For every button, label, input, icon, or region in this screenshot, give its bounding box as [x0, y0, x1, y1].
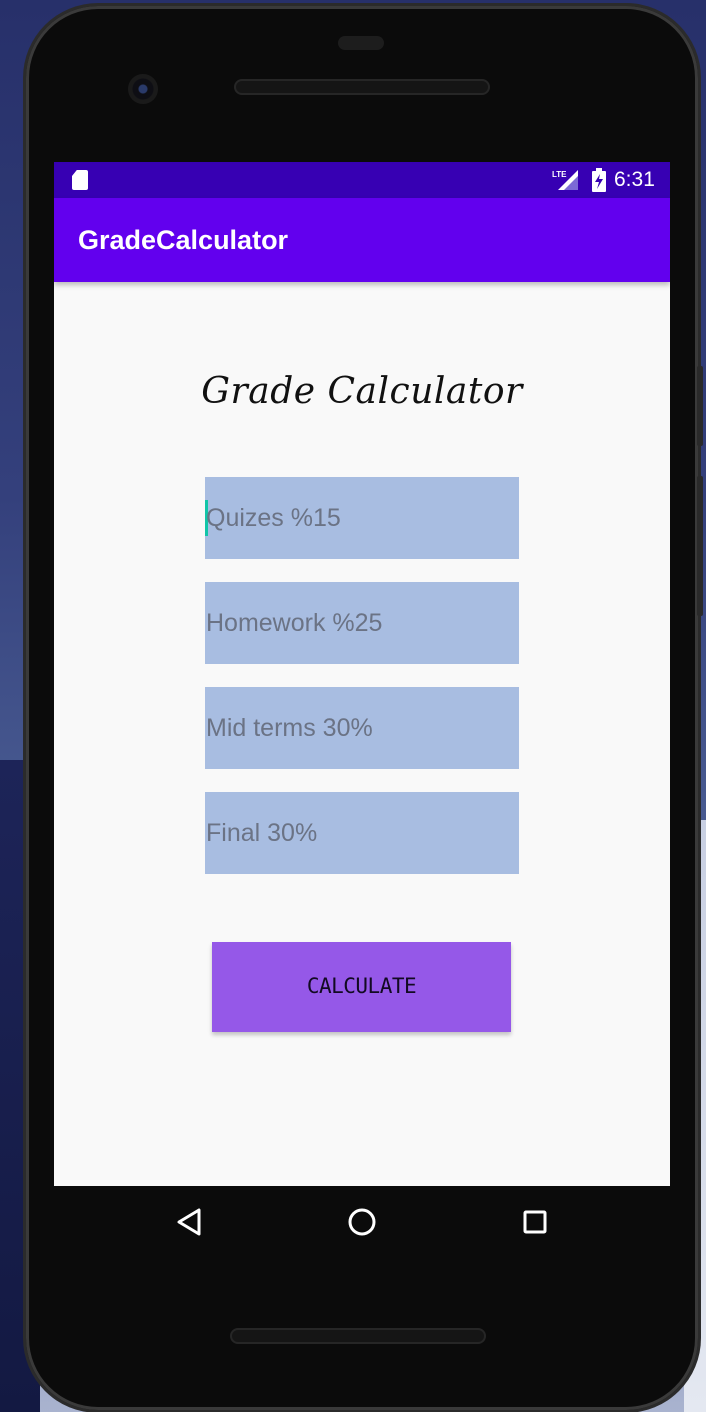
volume-button [697, 366, 703, 446]
app-title: GradeCalculator [78, 225, 289, 255]
calculate-button[interactable]: CALCULATE [212, 942, 511, 1032]
status-bar: LTE 6:31 [54, 162, 670, 198]
midterms-input[interactable]: Mid terms 30% [205, 687, 519, 769]
final-input[interactable]: Final 30% [205, 792, 519, 874]
recents-square-icon[interactable] [517, 1204, 553, 1240]
navigation-bar [54, 1186, 670, 1258]
final-placeholder: Final 30% [206, 819, 318, 847]
device-screen: LTE 6:31 GradeCalculator Grade Calculato… [54, 162, 670, 1186]
top-sensor [338, 36, 384, 50]
app-bar: GradeCalculator [54, 198, 670, 282]
status-time: 6:31 [614, 168, 655, 191]
front-camera-icon [128, 74, 158, 104]
midterms-placeholder: Mid terms 30% [206, 714, 373, 742]
sd-card-icon [72, 170, 88, 190]
homework-placeholder: Homework %25 [206, 609, 383, 637]
lte-signal-icon: LTE [552, 170, 578, 190]
earpiece-speaker [234, 79, 490, 95]
back-triangle-icon[interactable] [171, 1204, 207, 1240]
homework-input[interactable]: Homework %25 [205, 582, 519, 664]
quizzes-placeholder: Quizes %15 [206, 504, 341, 532]
quizzes-input[interactable]: Quizes %15 [205, 477, 519, 559]
home-circle-icon[interactable] [344, 1204, 380, 1240]
power-button [697, 476, 703, 616]
battery-charging-icon [592, 168, 606, 192]
network-label: LTE [552, 170, 567, 179]
bottom-speaker [230, 1328, 486, 1344]
page-heading: Grade Calculator [201, 371, 523, 412]
